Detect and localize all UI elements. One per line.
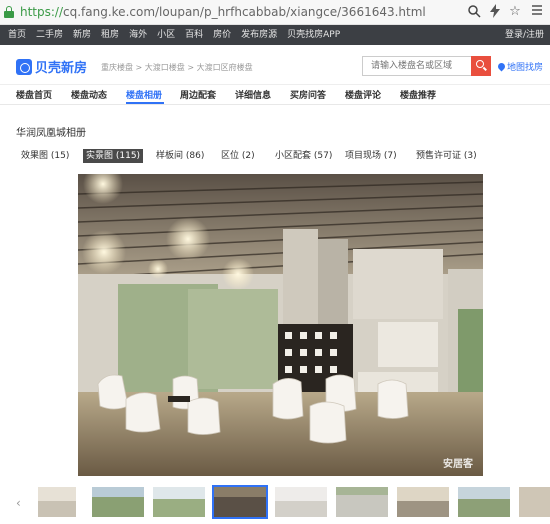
tab-7[interactable]: 楼盘推荐 <box>400 88 436 101</box>
album-filter[interactable]: 效果图 (15) <box>21 149 69 163</box>
top-nav-item[interactable]: 小区 <box>157 25 175 45</box>
search-box <box>362 56 471 76</box>
album-filter[interactable]: 区位 (2) <box>221 149 255 163</box>
url-field[interactable]: https://cq.fang.ke.com/loupan/p_hrfhcabb… <box>20 5 426 19</box>
lobby-photo-image <box>78 174 483 476</box>
menu-icon[interactable] <box>529 4 545 20</box>
main-photo[interactable]: 安居客 <box>78 174 483 476</box>
top-nav-item[interactable]: 二手房 <box>36 25 63 45</box>
top-nav-item[interactable]: 新房 <box>73 25 91 45</box>
thumbnail[interactable] <box>458 487 510 517</box>
thumbnail[interactable] <box>397 487 449 517</box>
top-nav-item[interactable]: 首页 <box>8 25 26 45</box>
tab-3[interactable]: 周边配套 <box>180 88 216 101</box>
top-nav: 首页 二手房 新房 租房 海外 小区 百科 房价 发布房源 贝壳找房APP 登录/注册 <box>0 25 550 45</box>
album-filter[interactable]: 小区配套 (57) <box>275 149 332 163</box>
logo-text: 贝壳新房 <box>35 61 88 76</box>
album-filter[interactable]: 项目现场 (7) <box>345 149 397 163</box>
search-button[interactable] <box>471 56 491 76</box>
thumbnail[interactable] <box>38 487 76 517</box>
top-nav-item[interactable]: 贝壳找房APP <box>287 25 340 45</box>
tab-4[interactable]: 详细信息 <box>235 88 271 101</box>
thumbnail[interactable] <box>275 487 327 517</box>
tab-1[interactable]: 楼盘动态 <box>71 88 107 101</box>
top-nav-item[interactable]: 租房 <box>101 25 119 45</box>
top-nav-item[interactable]: 房价 <box>213 25 231 45</box>
thumbnail[interactable] <box>336 487 388 517</box>
map-search-label: 地图找房 <box>507 63 544 73</box>
tab-2[interactable]: 楼盘相册 <box>126 88 162 101</box>
tab-0[interactable]: 楼盘首页 <box>16 88 52 101</box>
album-title: 华润凤凰城相册 <box>16 128 86 139</box>
map-search-link[interactable]: 地图找房 <box>496 60 544 73</box>
chevron-left-icon[interactable]: ‹ <box>16 496 21 510</box>
map-pin-icon <box>496 61 507 72</box>
star-icon[interactable]: ☆ <box>507 4 523 20</box>
logo-icon <box>16 58 32 75</box>
album-filter[interactable]: 预售许可证 (3) <box>416 149 477 163</box>
photo-watermark: 安居客 <box>443 459 473 470</box>
thumbnail[interactable] <box>92 487 144 517</box>
thumbnail[interactable] <box>519 487 550 517</box>
url-scheme: https:// <box>20 5 64 19</box>
tab-5[interactable]: 买房问答 <box>290 88 326 101</box>
top-nav-item[interactable]: 百科 <box>185 25 203 45</box>
thumbnail[interactable] <box>212 485 268 519</box>
top-nav-item[interactable]: 海外 <box>129 25 147 45</box>
search-input[interactable] <box>363 57 471 75</box>
lightning-icon[interactable] <box>487 4 503 20</box>
active-tab-underline <box>126 102 164 104</box>
thumbnail-strip: ‹ <box>0 484 550 524</box>
top-nav-item[interactable]: 发布房源 <box>241 25 277 45</box>
breadcrumb[interactable]: 重庆楼盘 > 大渡口楼盘 > 大渡口区府楼盘 <box>101 62 253 73</box>
site-header: 贝壳新房 重庆楼盘 > 大渡口楼盘 > 大渡口区府楼盘 地图找房 <box>0 45 550 85</box>
album-filter[interactable]: 样板间 (86) <box>156 149 204 163</box>
url-path: cq.fang.ke.com/loupan/p_hrfhcabbab/xiang… <box>63 5 426 19</box>
album-filter[interactable]: 实景图 (115) <box>83 149 144 163</box>
logo[interactable]: 贝壳新房 <box>16 57 87 76</box>
browser-address-bar: https://cq.fang.ke.com/loupan/p_hrfhcabb… <box>0 0 550 25</box>
property-tabs: 楼盘首页 楼盘动态 楼盘相册 周边配套 详细信息 买房问答 楼盘评论 楼盘推荐 <box>0 85 550 105</box>
lock-icon <box>4 6 14 18</box>
thumbnail[interactable] <box>153 487 205 517</box>
search-icon[interactable] <box>466 4 482 20</box>
login-register-link[interactable]: 登录/注册 <box>505 25 544 45</box>
tab-6[interactable]: 楼盘评论 <box>345 88 381 101</box>
